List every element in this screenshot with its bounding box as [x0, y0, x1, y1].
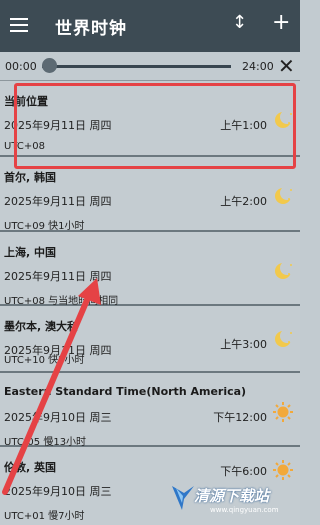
watermark-logo-icon — [172, 486, 194, 510]
annotation-arrow — [2, 278, 101, 495]
watermark-brand: 清源下载站 — [194, 487, 270, 505]
watermark-url: www.qingyuan.com — [210, 506, 279, 514]
world-clock-screen: 世界时钟 ↕ + 00:00 24:00 ✕ 当前位置 2025年9月11日 周… — [0, 0, 300, 525]
